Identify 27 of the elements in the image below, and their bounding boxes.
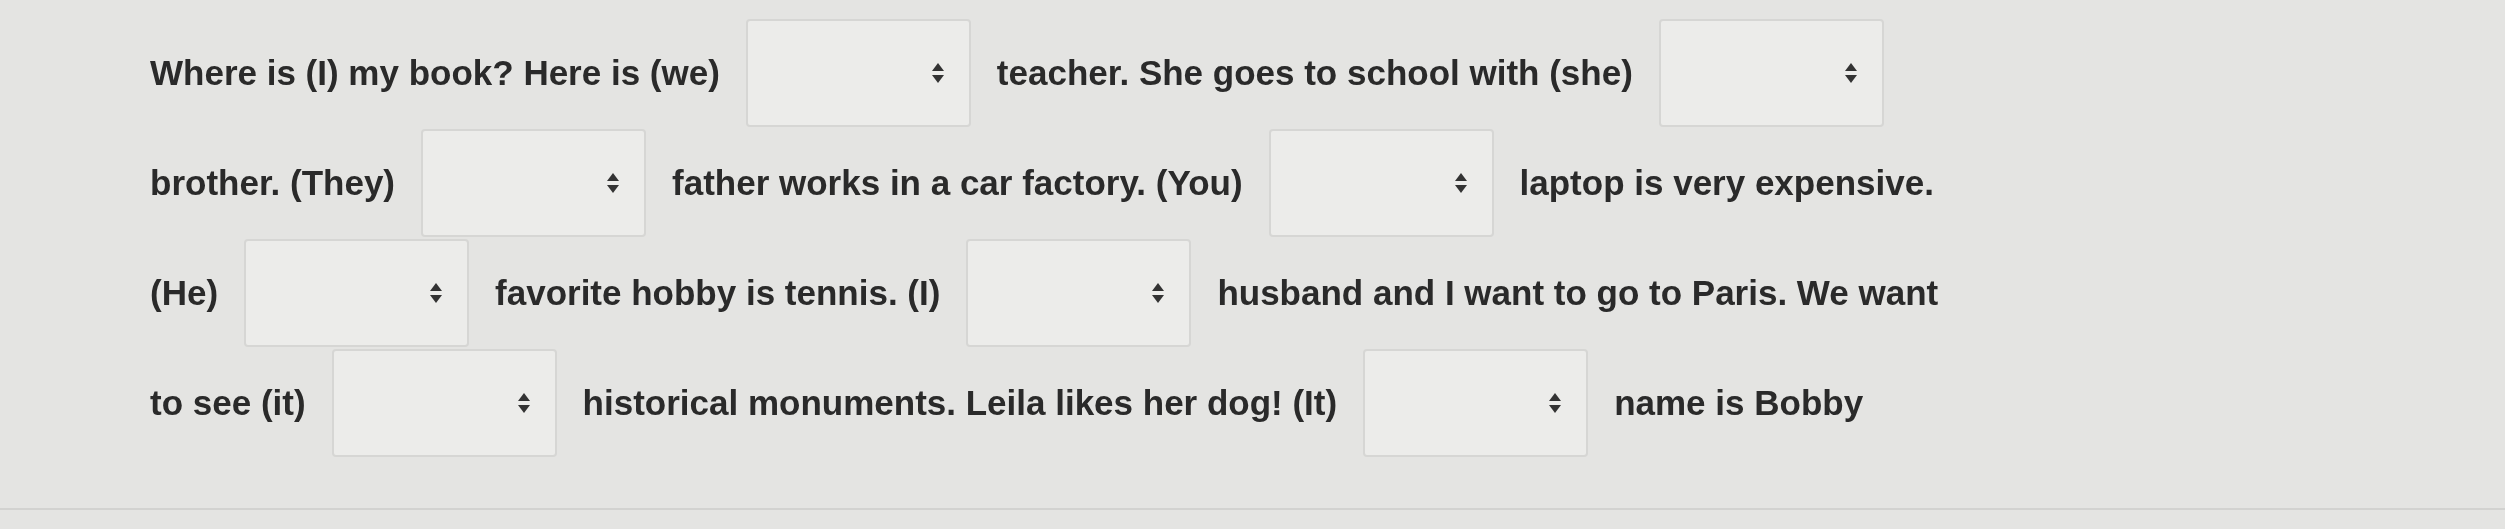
sentence-text: Where is (I) my book? Here is (we) — [150, 53, 720, 93]
dropdown-field[interactable] — [331, 349, 557, 457]
dropdown-field[interactable] — [1268, 129, 1494, 237]
caret-icon — [1151, 282, 1166, 304]
caret-icon — [606, 172, 621, 194]
sentence-text: to see (it) — [150, 383, 306, 423]
dropdown-field[interactable] — [244, 239, 470, 347]
caret-icon — [429, 282, 444, 304]
sentence-text: (He) — [150, 273, 219, 313]
dropdown-field[interactable] — [745, 19, 971, 127]
sentence-text: teacher. She goes to school with (she) — [996, 53, 1633, 93]
dropdown-field[interactable] — [1363, 349, 1589, 457]
sentence-text: father works in a car factory. (You) — [672, 163, 1243, 203]
dropdown-field[interactable] — [966, 239, 1192, 347]
caret-icon — [930, 62, 945, 84]
sentence-text: historical monuments. Leila likes her dog! (It) — [582, 383, 1338, 423]
caret-icon — [1548, 392, 1563, 414]
sentence-text: brother. (They) — [150, 163, 396, 203]
caret-icon — [516, 392, 531, 414]
dropdown-field[interactable] — [1658, 19, 1884, 127]
caret-icon — [1843, 62, 1858, 84]
caret-icon — [1453, 172, 1468, 194]
sentence-text: laptop is very expensive. — [1519, 163, 1934, 203]
dropdown-field[interactable] — [421, 129, 647, 237]
sentence-text: favorite hobby is tennis. (I) — [495, 273, 941, 313]
sentence-text: name is Bobby — [1614, 383, 1864, 423]
sentence-text: husband and I want to go to Paris. We want — [1217, 273, 1939, 313]
